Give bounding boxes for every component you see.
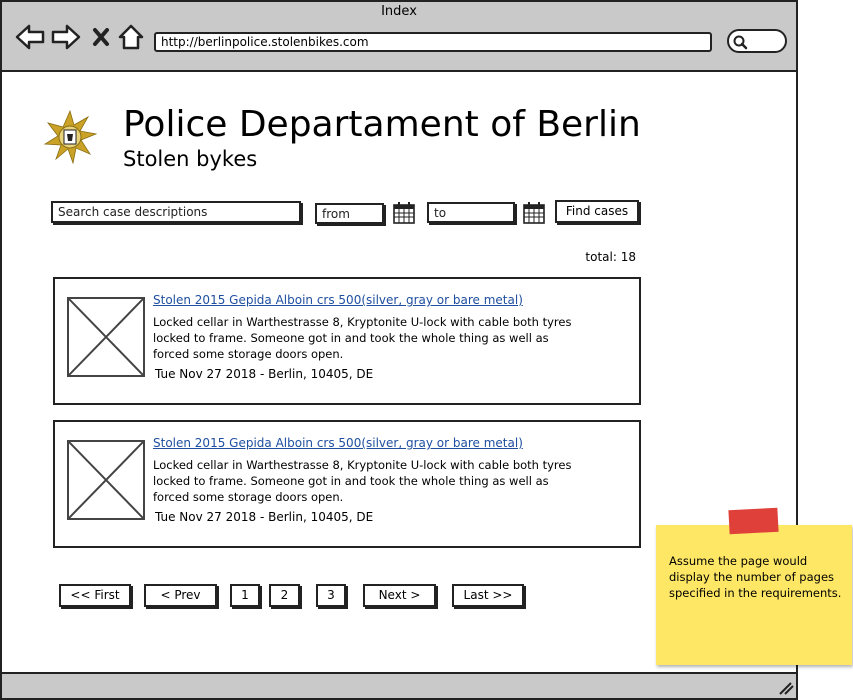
page-1-button[interactable]: 1 xyxy=(230,584,260,607)
stop-icon[interactable] xyxy=(90,22,112,52)
case-image-placeholder xyxy=(67,297,145,377)
page-3-button[interactable]: 3 xyxy=(316,584,346,607)
page-subtitle: Stolen bykes xyxy=(123,147,258,171)
find-cases-button[interactable]: Find cases xyxy=(555,200,639,223)
search-icon xyxy=(733,35,748,50)
case-card: Stolen 2015 Gepida Alboin crs 500(silver… xyxy=(53,277,641,405)
last-page-button[interactable]: Last >> xyxy=(452,584,524,607)
to-date-input[interactable]: to xyxy=(427,202,515,223)
case-title-link[interactable]: Stolen 2015 Gepida Alboin crs 500(silver… xyxy=(153,293,523,307)
to-calendar-icon[interactable] xyxy=(522,201,546,225)
resize-grip-icon[interactable] xyxy=(778,680,794,695)
next-page-button[interactable]: Next > xyxy=(363,584,436,607)
forward-icon[interactable] xyxy=(50,22,82,52)
sticky-note-tape xyxy=(728,507,779,535)
case-card: Stolen 2015 Gepida Alboin crs 500(silver… xyxy=(53,420,641,548)
case-meta: Tue Nov 27 2018 - Berlin, 10405, DE xyxy=(155,367,374,381)
page-2-button[interactable]: 2 xyxy=(269,584,300,607)
police-badge-logo xyxy=(43,109,98,165)
case-description-search-input[interactable]: Search case descriptions xyxy=(51,201,301,223)
from-calendar-icon[interactable] xyxy=(392,201,416,225)
prev-page-button[interactable]: < Prev xyxy=(144,584,217,607)
case-description: Locked cellar in Warthestrasse 8, Krypto… xyxy=(153,315,572,361)
from-date-input[interactable]: from xyxy=(315,203,384,224)
address-bar[interactable]: http://berlinpolice.stolenbikes.com xyxy=(154,32,712,52)
window-title: Index xyxy=(381,4,417,19)
browser-status-bar xyxy=(0,672,798,700)
case-image-placeholder xyxy=(67,440,145,520)
browser-search-field[interactable] xyxy=(727,29,787,53)
case-meta: Tue Nov 27 2018 - Berlin, 10405, DE xyxy=(155,510,374,524)
back-icon[interactable] xyxy=(14,22,46,52)
home-icon[interactable] xyxy=(117,22,145,52)
sticky-note-text: Assume the page would display the number… xyxy=(669,554,842,600)
page-title: Police Departament of Berlin xyxy=(123,104,641,145)
first-page-button[interactable]: << First xyxy=(59,584,131,607)
case-title-link[interactable]: Stolen 2015 Gepida Alboin crs 500(silver… xyxy=(153,436,523,450)
total-count: total: 18 xyxy=(585,250,636,264)
case-description: Locked cellar in Warthestrasse 8, Krypto… xyxy=(153,458,572,504)
